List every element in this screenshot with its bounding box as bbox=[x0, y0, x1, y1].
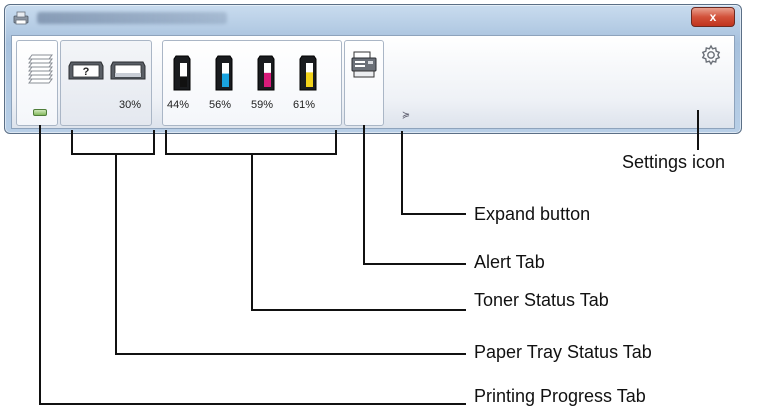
callout-alert-tab: Alert Tab bbox=[474, 252, 545, 272]
callout-settings-icon: Settings icon bbox=[622, 152, 726, 172]
callout-paper-tray-status-tab: Paper Tray Status Tab bbox=[474, 342, 652, 362]
callout-printing-progress-tab: Printing Progress Tab bbox=[474, 386, 646, 406]
callout-expand-button: Expand button bbox=[474, 204, 591, 224]
callout-toner-status-tab: Toner Status Tab bbox=[474, 290, 609, 310]
